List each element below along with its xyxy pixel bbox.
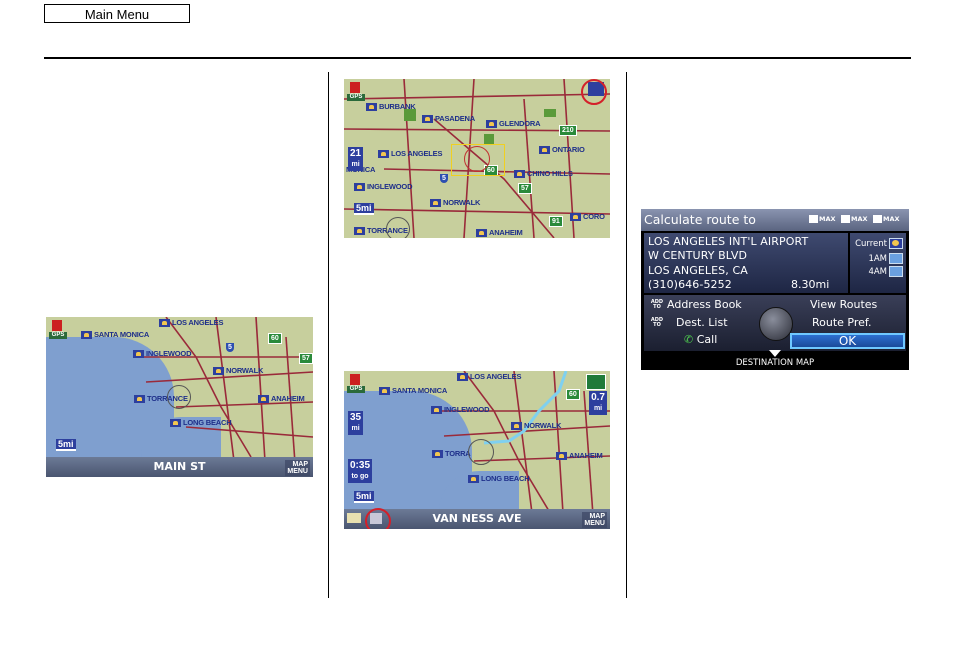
city-label: INGLEWOOD <box>354 182 412 192</box>
header-rule <box>44 57 911 59</box>
north-arrow-icon <box>350 82 360 93</box>
map-screen-weather: GPS BURBANK PASADENA GLENDORA LOS ANGELE… <box>344 79 610 238</box>
city-label: ANAHEIM <box>476 228 523 238</box>
city-label: LONG BEACH <box>170 418 232 428</box>
distance-panel: 21 mi <box>348 147 364 171</box>
city-label: SANTA MONICA <box>81 330 149 340</box>
weather-panel: Current 1AM 4AM <box>850 233 906 293</box>
time-panel: 0:35 to go <box>348 459 373 483</box>
city-label: SANTA MONICA <box>379 386 447 396</box>
message-icon[interactable] <box>347 513 361 523</box>
calculate-route-dialog: Calculate route to MAX MAX MAX LOS ANGEL… <box>641 209 909 370</box>
highway-shield: 91 <box>549 216 563 227</box>
max-indicator: MAX <box>809 215 836 223</box>
highway-shield: 57 <box>299 353 313 364</box>
current-street: MAIN ST <box>153 460 206 473</box>
city-label: INGLEWOOD <box>133 349 191 359</box>
city-label: INGLEWOOD <box>431 405 489 415</box>
map-menu-button[interactable]: MAP MENU <box>582 512 607 528</box>
gps-icon: GPS <box>347 386 365 393</box>
crosshair-cursor-icon <box>464 146 490 172</box>
vehicle-position-icon <box>167 385 191 409</box>
map-scale: 5mi <box>354 203 374 215</box>
city-label: LOS ANGELES <box>378 149 442 159</box>
dialog-menu: ADD TO Address Book ADD TO Dest. List ✆ Ca… <box>644 295 906 351</box>
place-name: LOS ANGELES INT'L AIRPORT <box>648 235 809 248</box>
weather-row: 1AM <box>868 253 903 264</box>
call-button[interactable]: ✆ Call <box>684 333 717 346</box>
interstate-shield: 5 <box>440 174 448 183</box>
city-label: ANAHEIM <box>556 451 603 461</box>
map-scale: 5mi <box>56 439 76 451</box>
distance-panel: 35 mi <box>348 411 364 435</box>
city-label: LOS ANGELES <box>159 318 223 328</box>
cloud-icon <box>889 266 903 277</box>
column-divider-left <box>328 72 329 598</box>
place-phone: (310)646-5252 <box>648 278 732 291</box>
dialog-header: Calculate route to MAX MAX MAX <box>641 209 909 231</box>
weather-row: Current <box>855 238 903 249</box>
vehicle-position-icon <box>468 439 494 465</box>
vehicle-position-icon <box>386 217 410 238</box>
interface-dial-icon <box>759 307 793 341</box>
column-divider-right <box>626 72 627 598</box>
place-street: W CENTURY BLVD <box>648 249 748 262</box>
interstate-shield: 5 <box>226 343 234 352</box>
cloud-icon <box>889 253 903 264</box>
gps-icon: GPS <box>49 332 67 339</box>
city-label: NORWALK <box>511 421 561 431</box>
city-label: PASADENA <box>422 114 475 124</box>
map-scale: 5mi <box>354 491 374 503</box>
phone-icon: ✆ <box>684 333 697 346</box>
city-label: NORWALK <box>430 198 480 208</box>
place-distance: 8.30mi <box>791 278 830 291</box>
north-arrow-icon <box>350 374 360 385</box>
turn-distance-panel: 0.7 mi <box>589 391 607 415</box>
city-label: NORWALK <box>213 366 263 376</box>
city-label: CHINO HILLS <box>514 169 573 179</box>
city-label: LOS ANGELES <box>457 372 521 382</box>
city-label: ONTARIO <box>539 145 585 155</box>
city-label: ANAHEIM <box>258 394 305 404</box>
ok-button[interactable]: OK <box>790 333 905 349</box>
map-status-icons: GPS <box>347 82 367 101</box>
gps-icon: GPS <box>347 94 365 101</box>
city-label: LONG BEACH <box>468 474 530 484</box>
highway-shield: 60 <box>566 389 580 400</box>
north-arrow-icon <box>52 320 62 331</box>
map-screen-van-ness: GPS LOS ANGELES SANTA MONICA INGLEWOOD N… <box>344 371 610 529</box>
destination-info: LOS ANGELES INT'L AIRPORT W CENTURY BLVD… <box>644 233 848 293</box>
route-pref-button[interactable]: Route Pref. <box>812 316 872 329</box>
down-arrow-icon <box>769 350 781 357</box>
dialog-title: Calculate route to <box>644 212 756 227</box>
sun-icon <box>889 238 903 249</box>
view-routes-button[interactable]: View Routes <box>810 298 877 311</box>
city-label: BURBANK <box>366 102 416 112</box>
highway-shield: 60 <box>268 333 282 344</box>
map-status-icons: GPS <box>49 320 69 339</box>
weather-icon-highlight <box>581 79 607 105</box>
max-indicator: MAX <box>841 215 868 223</box>
main-menu-button[interactable]: Main Menu <box>44 4 190 23</box>
map-screen-main-st: GPS LOS ANGELES SANTA MONICA INGLEWOOD N… <box>46 317 313 477</box>
map-status-icons: GPS <box>347 374 367 393</box>
max-indicator: MAX <box>873 215 900 223</box>
guidance-icon-highlight <box>365 508 391 529</box>
city-label: TORRA <box>432 449 471 459</box>
map-menu-button[interactable]: MAP MENU <box>285 460 310 476</box>
turn-right-icon <box>586 374 606 390</box>
map-status-bar: MAIN ST MAP MENU <box>46 457 313 477</box>
city-label: CORO <box>570 212 605 222</box>
dest-list-button[interactable]: ADD TO Dest. List <box>650 316 728 329</box>
city-label: GLENDORA <box>486 119 541 129</box>
highway-shield: 210 <box>559 125 577 136</box>
destination-map-tab[interactable]: DESTINATION MAP <box>641 350 909 370</box>
place-city: LOS ANGELES, CA <box>648 264 748 277</box>
address-book-button[interactable]: ADD TO Address Book <box>650 298 742 311</box>
weather-row: 4AM <box>868 266 903 277</box>
highway-shield: 57 <box>518 183 532 194</box>
